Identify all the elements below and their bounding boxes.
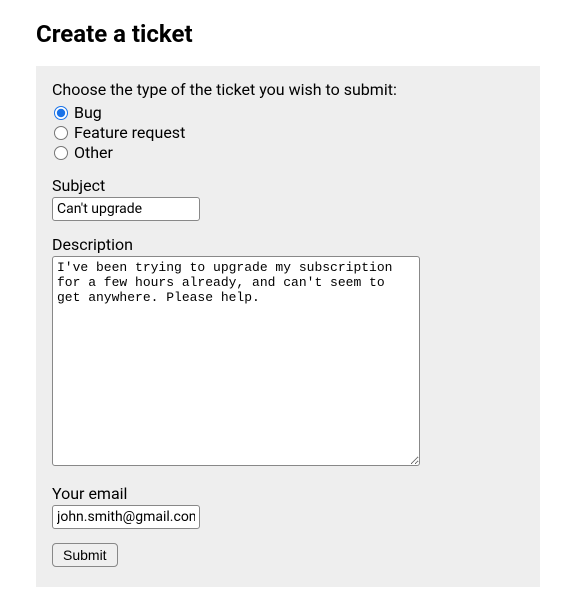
ticket-form: Choose the type of the ticket you wish t…: [36, 66, 540, 587]
subject-input[interactable]: [52, 197, 200, 221]
ticket-type-option-feature[interactable]: Feature request: [52, 123, 524, 142]
ticket-type-radio-feature[interactable]: [54, 126, 68, 140]
ticket-type-label-feature: Feature request: [74, 123, 185, 142]
ticket-type-group: Bug Feature request Other: [52, 103, 524, 162]
email-label: Your email: [52, 484, 524, 503]
ticket-type-label-bug: Bug: [74, 103, 102, 122]
ticket-type-radio-bug[interactable]: [54, 106, 68, 120]
email-input[interactable]: [52, 505, 200, 529]
submit-button[interactable]: Submit: [52, 543, 118, 567]
ticket-type-option-bug[interactable]: Bug: [52, 103, 524, 122]
subject-label: Subject: [52, 176, 524, 195]
page-title: Create a ticket: [36, 20, 540, 48]
description-textarea[interactable]: [52, 256, 420, 466]
ticket-type-label-other: Other: [74, 143, 113, 162]
ticket-type-prompt: Choose the type of the ticket you wish t…: [52, 80, 524, 99]
ticket-type-option-other[interactable]: Other: [52, 143, 524, 162]
description-label: Description: [52, 235, 524, 254]
ticket-type-radio-other[interactable]: [54, 146, 68, 160]
